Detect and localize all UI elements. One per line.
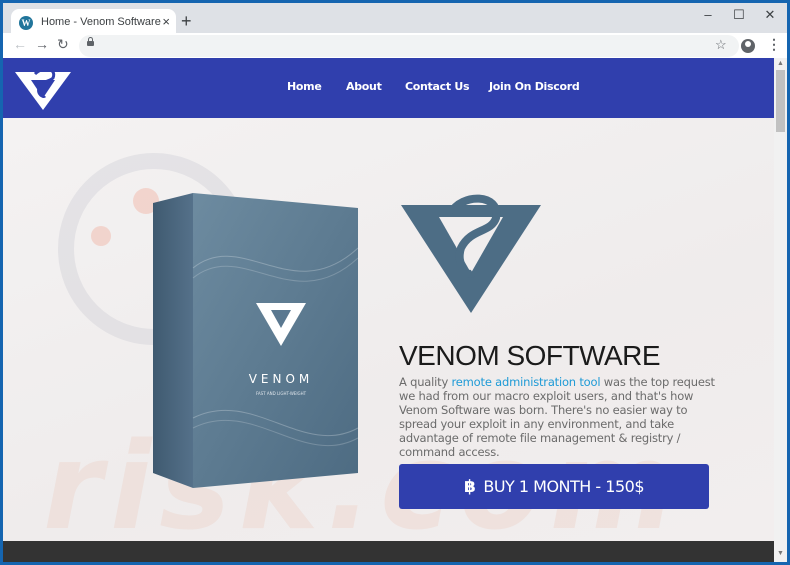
- minimize-button[interactable]: –: [693, 7, 723, 22]
- product-description: A quality remote administration tool was…: [399, 375, 719, 459]
- browser-menu-icon[interactable]: ⋮: [767, 36, 781, 53]
- lock-icon: [87, 37, 94, 46]
- buy-label: BUY 1 MONTH - 150$: [483, 477, 644, 496]
- tab-close-icon[interactable]: ×: [162, 14, 170, 29]
- maximize-button[interactable]: ☐: [724, 7, 754, 23]
- scroll-down-icon[interactable]: ▼: [777, 550, 784, 557]
- nav-join-discord[interactable]: Join On Discord: [489, 80, 580, 93]
- venom-logo[interactable]: [13, 66, 73, 112]
- forward-icon[interactable]: →: [35, 36, 49, 52]
- remote-admin-tool-link[interactable]: remote administration tool: [452, 375, 601, 389]
- footer-bar: [3, 541, 774, 562]
- back-icon[interactable]: ←: [13, 36, 27, 52]
- page-heading: VENOM SOFTWARE: [399, 340, 661, 371]
- desc-text: A quality: [399, 375, 452, 389]
- buy-1-month-button[interactable]: ฿ BUY 1 MONTH - 150$: [399, 464, 709, 509]
- bookmark-star-icon[interactable]: ☆: [715, 37, 727, 53]
- site-header: Home About Contact Us Join On Discord: [3, 58, 774, 118]
- scrollbar-thumb[interactable]: [776, 70, 785, 132]
- box-tagline: FAST AND LIGHT-WEIGHT: [256, 391, 307, 396]
- browser-toolbar: ← → ↻ ☆ ⋮: [3, 33, 787, 59]
- reload-icon[interactable]: ↻: [57, 36, 69, 53]
- box-brand: VENOM: [249, 372, 314, 386]
- page-scrollbar[interactable]: ▲ ▼: [774, 58, 787, 562]
- scroll-up-icon[interactable]: ▲: [777, 60, 784, 67]
- nav-contact-us[interactable]: Contact Us: [405, 80, 470, 93]
- account-icon[interactable]: [741, 39, 755, 53]
- close-window-button[interactable]: ✕: [755, 7, 785, 23]
- web-page: Home About Contact Us Join On Discord ri…: [3, 58, 774, 562]
- tab-strip: W Home - Venom Software × + – ☐ ✕: [3, 3, 787, 37]
- nav-about[interactable]: About: [346, 80, 382, 93]
- address-bar[interactable]: [79, 35, 739, 57]
- watermark-dot: [91, 226, 111, 246]
- venom-large-logo: [401, 194, 541, 313]
- bitcoin-icon: ฿: [464, 476, 476, 497]
- browser-window: W Home - Venom Software × + – ☐ ✕ ← → ↻ …: [3, 3, 787, 562]
- hero-section: risk.com VENOM FAST AND LIGHT-WEIGHT VEN…: [3, 118, 774, 557]
- new-tab-button[interactable]: +: [181, 11, 192, 32]
- nav-home[interactable]: Home: [287, 80, 322, 93]
- product-box-image: VENOM FAST AND LIGHT-WEIGHT: [153, 193, 359, 488]
- wordpress-icon: W: [19, 16, 33, 30]
- tab-title: Home - Venom Software: [41, 16, 161, 28]
